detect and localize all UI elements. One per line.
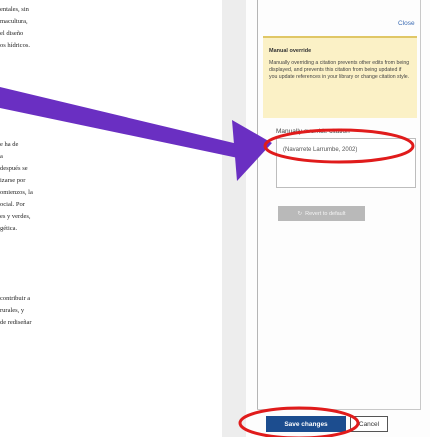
highlight-circle-save [238,406,360,437]
annotation-arrow [0,87,272,181]
annotation-overlay [0,87,415,437]
highlight-circle-field [263,128,415,164]
